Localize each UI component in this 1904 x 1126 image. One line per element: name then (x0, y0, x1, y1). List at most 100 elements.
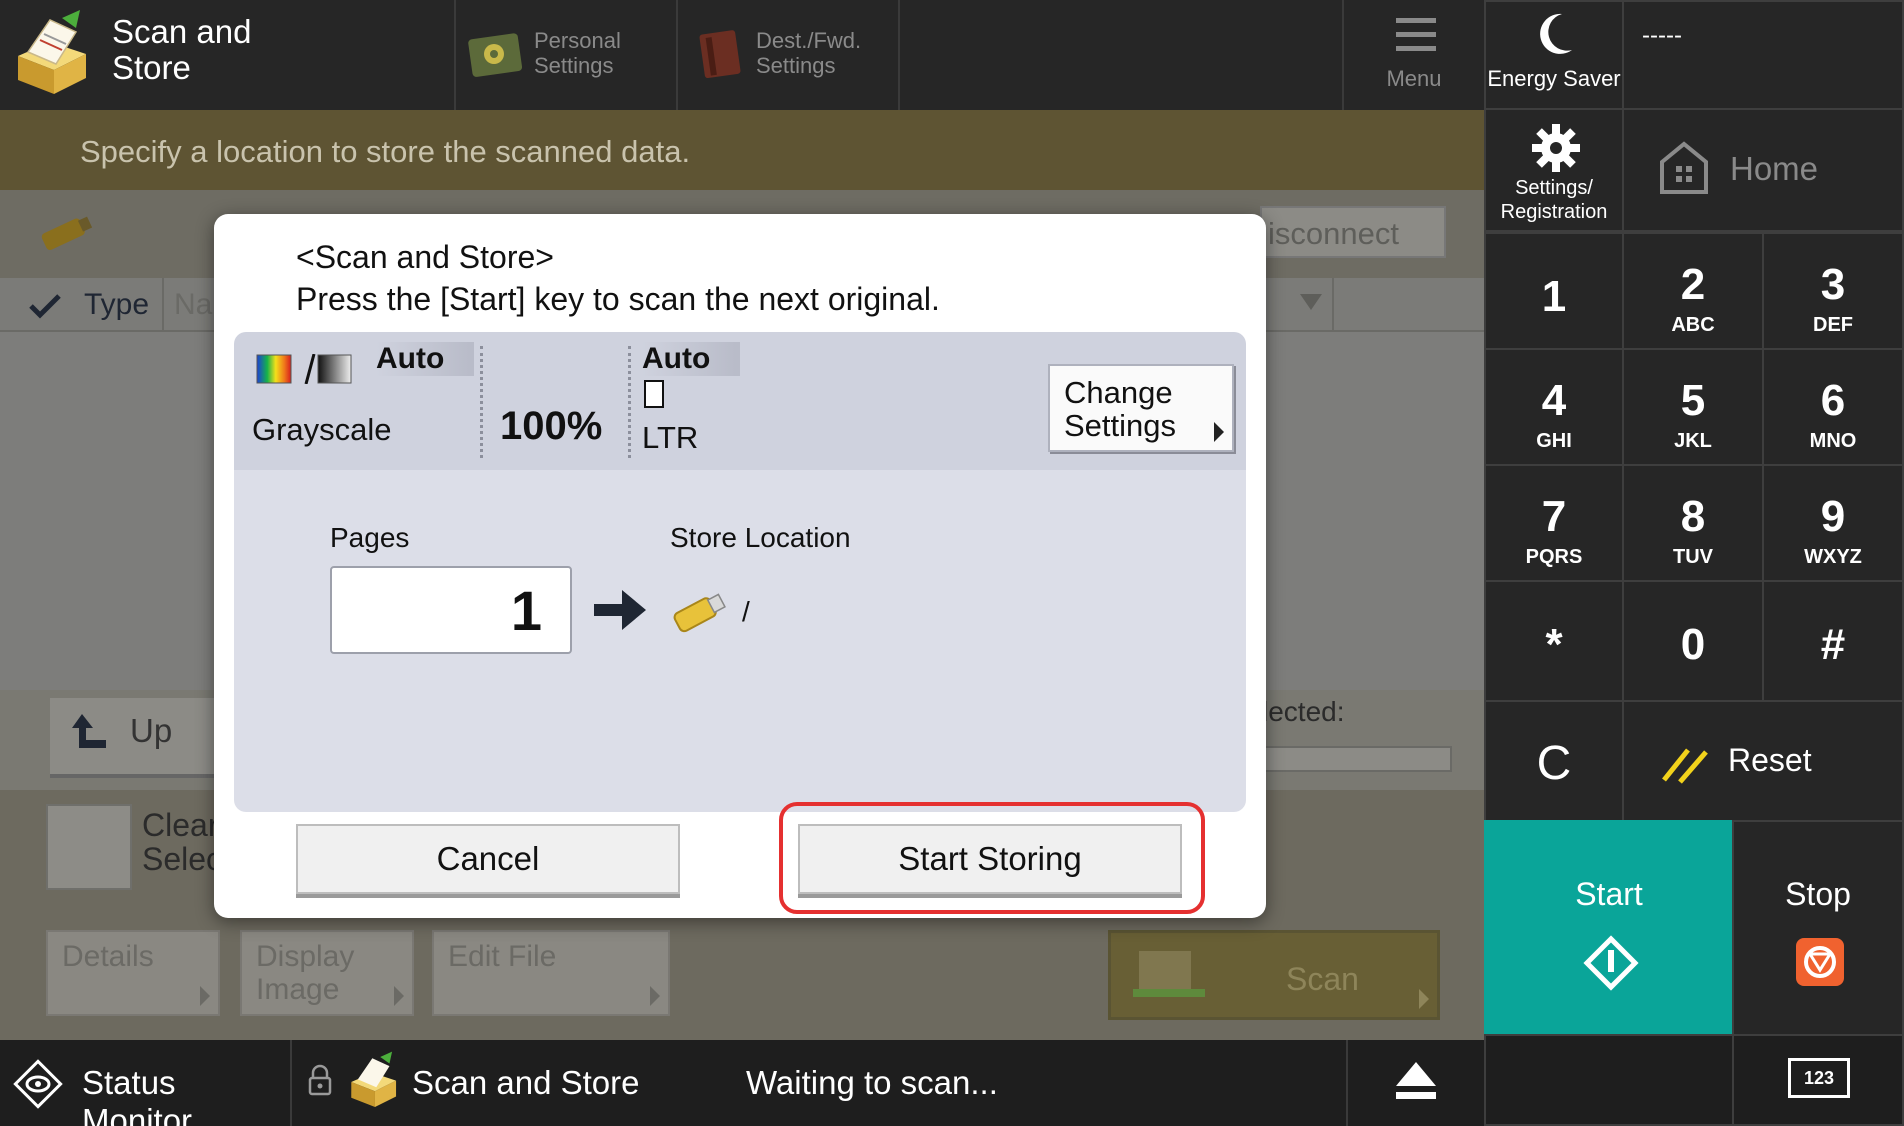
app-title: Scan and Store (112, 14, 332, 86)
key-1[interactable]: 1 (1484, 232, 1624, 350)
key-7[interactable]: 7 PQRS (1484, 464, 1624, 582)
personal-settings-label: Personal Settings (534, 28, 621, 78)
reset-label: Reset (1728, 742, 1812, 778)
key-digit: 1 (1541, 272, 1567, 321)
key-digit: 4 (1541, 376, 1567, 425)
numeric-input-button[interactable]: 123 (1732, 1034, 1904, 1126)
app-title-line2: Store (112, 49, 191, 86)
key-digit: 5 (1680, 376, 1706, 425)
key-letters: TUV (1673, 546, 1713, 568)
status-monitor-icon (13, 1059, 63, 1109)
key-5[interactable]: 5 JKL (1622, 348, 1764, 466)
display-image-button[interactable]: Display Image (240, 930, 414, 1016)
stop-icon (1796, 938, 1844, 986)
scanner-icon (1133, 951, 1205, 997)
dest-fwd-settings-button[interactable]: Dest./Fwd. Settings (676, 0, 898, 110)
key-letters: PQRS (1525, 546, 1583, 568)
up-arrow-icon (72, 714, 106, 748)
chevron-right-icon (394, 986, 404, 1006)
details-button[interactable]: Details (46, 930, 220, 1016)
status-text: Waiting to scan... (746, 1064, 998, 1101)
main-screen: Scan and Store Personal Settings Dest./F… (0, 0, 1484, 1126)
key-digit: 3 (1820, 260, 1846, 309)
control-panel: Energy Saver ----- Settings/ Registratio… (1484, 0, 1904, 1126)
original-size-value: Auto (642, 342, 741, 376)
key-9[interactable]: 9 WXYZ (1762, 464, 1904, 582)
edit-file-button[interactable]: Edit File (432, 930, 670, 1016)
menu-button[interactable]: Menu (1342, 0, 1484, 110)
dialog-title: <Scan and Store> Press the [Start] key t… (296, 236, 940, 320)
address-book-icon (699, 30, 741, 79)
stop-button[interactable]: Stop (1732, 820, 1904, 1036)
selected-count-label: lected: (1262, 696, 1345, 727)
lock-icon (308, 1064, 332, 1096)
scan-button[interactable]: Scan (1108, 930, 1440, 1020)
status-bar: Status Monitor Scan and Store Waiting to… (0, 1040, 1484, 1126)
color-mode-value: Auto (376, 342, 475, 376)
sort-dropdown-icon[interactable] (1300, 294, 1322, 310)
up-button[interactable]: Up (50, 698, 220, 778)
original-size-label: LTR (642, 420, 699, 455)
numeric-keypad-icon: 123 (1788, 1058, 1850, 1098)
key-letters: DEF (1813, 314, 1853, 336)
key-letters: GHI (1536, 430, 1572, 452)
menu-icon (1396, 18, 1436, 23)
key-3[interactable]: 3 DEF (1762, 232, 1904, 350)
eject-button[interactable] (1348, 1040, 1484, 1126)
chevron-right-icon (1214, 422, 1224, 442)
moon-icon (1540, 13, 1572, 54)
key-digit: * (1545, 620, 1563, 669)
key-digit: 6 (1820, 376, 1846, 425)
clear-key[interactable]: C (1484, 700, 1624, 822)
clear-selection-checkbox[interactable] (46, 804, 132, 890)
type-column-header[interactable]: Type (84, 288, 149, 322)
banner-message: Specify a location to store the scanned … (80, 134, 691, 169)
key-2[interactable]: 2 ABC (1622, 232, 1764, 350)
status-monitor-button[interactable]: Status Monitor (0, 1040, 290, 1126)
up-label: Up (130, 712, 173, 749)
key-0[interactable]: 0 (1622, 580, 1764, 702)
status-monitor-label: Status Monitor (82, 1064, 193, 1126)
dialog-title-line1: <Scan and Store> (296, 239, 554, 275)
key-letters: JKL (1674, 430, 1712, 452)
chevron-right-icon (200, 986, 210, 1006)
start-storing-button[interactable]: Start Storing (798, 824, 1182, 894)
instruction-banner: Specify a location to store the scanned … (0, 110, 1484, 190)
app-title-line1: Scan and (112, 13, 252, 50)
key-8[interactable]: 8 TUV (1622, 464, 1764, 582)
scan-next-original-dialog: <Scan and Store> Press the [Start] key t… (214, 214, 1266, 918)
start-icon (1583, 935, 1639, 991)
usb-memory-icon (673, 593, 726, 633)
settings-registration-button[interactable]: Settings/ Registration (1484, 108, 1624, 232)
color-mode-label: Grayscale (252, 412, 392, 447)
top-bar-spacer (898, 0, 1342, 110)
selection-progress-bar (1262, 746, 1452, 772)
menu-label: Menu (1386, 66, 1442, 91)
key-digit: 9 (1820, 492, 1846, 541)
key-digit: # (1820, 620, 1846, 669)
key-4[interactable]: 4 GHI (1484, 348, 1624, 466)
settings-registration-label: Settings/ Registration (1500, 177, 1608, 223)
home-label: Home (1730, 150, 1819, 187)
cancel-button[interactable]: Cancel (296, 824, 680, 894)
key-asterisk[interactable]: * (1484, 580, 1624, 702)
home-button[interactable]: Home (1622, 108, 1904, 232)
eject-icon (1396, 1062, 1436, 1099)
energy-saver-button[interactable]: Energy Saver (1484, 0, 1624, 110)
start-button[interactable]: Start (1484, 820, 1734, 1036)
start-label: Start (1575, 876, 1643, 912)
store-location-label: Store Location (670, 522, 851, 553)
paper-icon (644, 380, 664, 408)
scan-and-store-icon (351, 1051, 397, 1107)
change-settings-button[interactable]: Change Settings (1048, 364, 1234, 452)
dest-fwd-settings-label: Dest./Fwd. Settings (756, 28, 862, 78)
personal-settings-button[interactable]: Personal Settings (454, 0, 676, 110)
key-6[interactable]: 6 MNO (1762, 348, 1904, 466)
personal-settings-icon (468, 33, 523, 77)
key-hash[interactable]: # (1762, 580, 1904, 702)
disconnect-button[interactable]: isconnect (1260, 206, 1446, 258)
top-bar: Scan and Store Personal Settings Dest./F… (0, 0, 1484, 110)
pages-count-field: 1 (330, 566, 572, 654)
reset-button[interactable]: Reset (1622, 700, 1904, 822)
job-label: Scan and Store (412, 1064, 640, 1101)
